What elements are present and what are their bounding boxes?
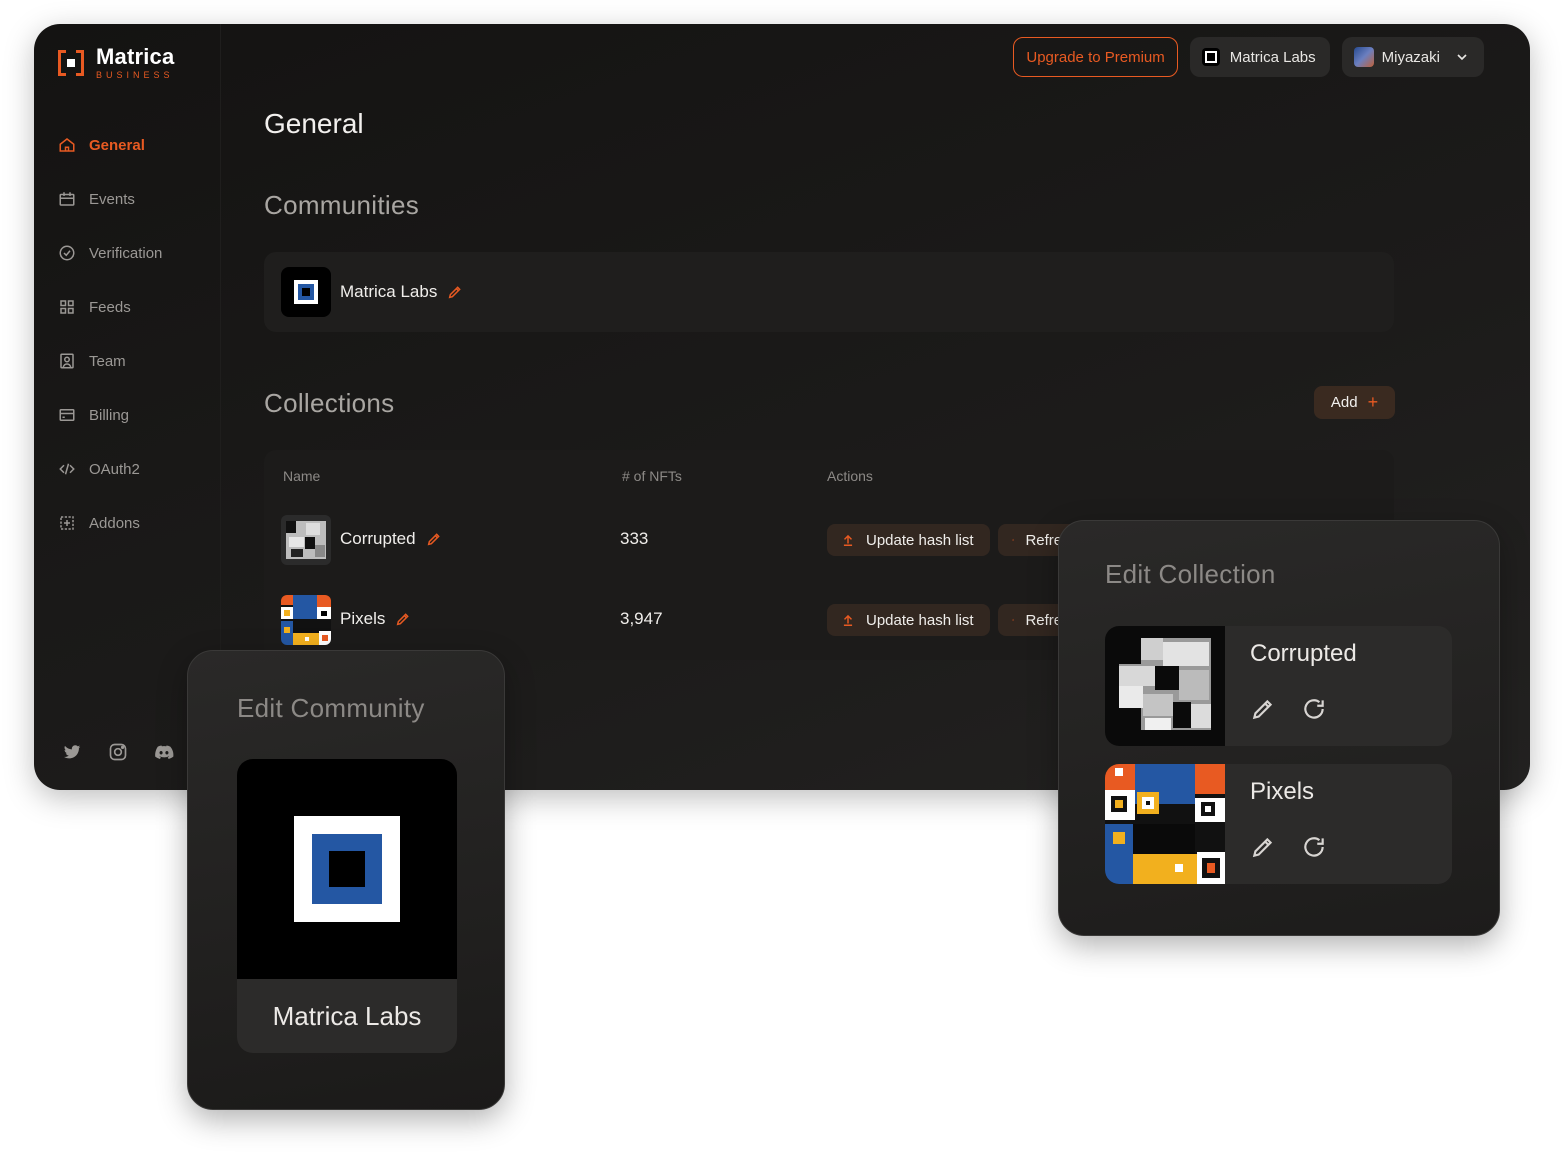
matrica-logo-icon	[58, 50, 84, 76]
twitter-icon[interactable]	[62, 742, 82, 762]
sidebar-item-label: Team	[89, 352, 126, 370]
page-title: General	[264, 108, 364, 139]
community-name: Matrica Labs	[272, 1000, 422, 1031]
org-switcher[interactable]: Matrica Labs	[1189, 37, 1330, 77]
pencil-icon[interactable]	[426, 531, 442, 547]
nft-count: 333	[620, 529, 649, 548]
nft-count: 3,947	[620, 609, 663, 628]
sidebar-item-verification[interactable]: Verification	[58, 226, 162, 280]
collection-name: Pixels	[340, 609, 386, 628]
code-icon	[59, 463, 75, 475]
grid-icon	[60, 300, 74, 314]
sidebar-nav: General Events Verification Feeds Team B…	[58, 118, 162, 550]
upload-icon	[843, 614, 853, 626]
sidebar-item-label: Verification	[89, 244, 163, 262]
instagram-icon[interactable]	[108, 742, 128, 762]
sidebar-item-label: OAuth2	[89, 460, 140, 478]
refresh-icon	[1012, 619, 1015, 621]
check-circle-icon	[59, 245, 75, 261]
upgrade-premium-button[interactable]: Upgrade to Premium	[1013, 37, 1178, 77]
org-name: Matrica Labs	[1229, 48, 1316, 66]
addon-icon	[60, 516, 74, 530]
collection-image	[1105, 626, 1225, 746]
button-label: Update hash list	[866, 531, 974, 549]
communities-heading: Communities	[264, 190, 420, 220]
user-name: Miyazaki	[1381, 48, 1440, 66]
sidebar-item-team[interactable]: Team	[58, 334, 162, 388]
column-header-count: # of NFTs	[622, 468, 682, 484]
edit-collection-panel: Edit Collection Corrupted Pixels	[1058, 520, 1500, 936]
calendar-icon	[59, 192, 75, 206]
home-icon	[59, 138, 75, 152]
top-bar: Upgrade to Premium Matrica Labs Miyazaki	[1013, 37, 1484, 77]
plus-icon: +	[1367, 392, 1379, 412]
sidebar-item-label: Addons	[89, 514, 140, 532]
collection-image	[1105, 764, 1225, 884]
sidebar-item-label: Billing	[89, 406, 130, 424]
refresh-icon	[1012, 539, 1015, 541]
collections-heading: Collections	[264, 388, 395, 418]
collection-thumbnail	[281, 595, 331, 645]
social-links	[62, 742, 174, 762]
sidebar-item-label: Feeds	[89, 298, 131, 316]
add-collection-button[interactable]: Add +	[1314, 386, 1395, 419]
update-hash-list-button[interactable]: Update hash list	[827, 524, 990, 556]
community-card[interactable]: Matrica Labs	[264, 252, 1394, 332]
collection-name: Corrupted	[340, 529, 416, 548]
community-name: Matrica Labs	[340, 282, 438, 301]
sidebar-item-events[interactable]: Events	[58, 172, 162, 226]
edit-community-panel: Edit Community Matrica Labs	[187, 650, 505, 1110]
discord-icon[interactable]	[154, 742, 174, 762]
logo-subtitle: BUSINESS	[96, 70, 174, 80]
community-card[interactable]: Matrica Labs	[237, 759, 457, 1053]
collection-name: Corrupted	[1250, 640, 1357, 667]
upload-icon	[843, 534, 853, 546]
panel-title: Edit Community	[237, 693, 425, 723]
column-header-name: Name	[283, 468, 321, 484]
pencil-icon[interactable]	[1250, 834, 1276, 860]
sidebar-item-oauth2[interactable]: OAuth2	[58, 442, 162, 496]
collection-thumbnail	[281, 515, 331, 565]
button-label: Update hash list	[866, 611, 974, 629]
logo-name: Matrica	[96, 44, 175, 69]
add-label: Add	[1330, 394, 1358, 411]
chevron-down-icon	[1457, 54, 1467, 61]
sidebar-item-general[interactable]: General	[58, 118, 162, 172]
sidebar-item-addons[interactable]: Addons	[58, 496, 162, 550]
sidebar-item-label: General	[89, 136, 145, 154]
pencil-icon[interactable]	[395, 611, 411, 627]
user-menu[interactable]: Miyazaki	[1341, 37, 1484, 77]
collection-card[interactable]: Corrupted	[1105, 626, 1452, 746]
column-header-actions: Actions	[827, 468, 873, 484]
sidebar-item-billing[interactable]: Billing	[58, 388, 162, 442]
logo[interactable]: Matrica BUSINESS	[58, 46, 174, 80]
update-hash-list-button[interactable]: Update hash list	[827, 604, 990, 636]
panel-title: Edit Collection	[1105, 559, 1276, 589]
org-logo-icon	[1201, 48, 1220, 66]
collection-card[interactable]: Pixels	[1105, 764, 1452, 884]
card-icon	[59, 409, 75, 421]
pencil-icon[interactable]	[1250, 696, 1276, 722]
pencil-icon[interactable]	[447, 284, 463, 300]
sidebar-item-feeds[interactable]: Feeds	[58, 280, 162, 334]
refresh-icon[interactable]	[1301, 696, 1327, 722]
collection-name: Pixels	[1250, 778, 1315, 805]
avatar	[1353, 47, 1374, 67]
community-logo	[281, 267, 331, 317]
community-logo	[237, 759, 457, 979]
user-badge-icon	[60, 353, 74, 369]
sidebar-item-label: Events	[89, 190, 135, 208]
refresh-icon[interactable]	[1301, 834, 1327, 860]
